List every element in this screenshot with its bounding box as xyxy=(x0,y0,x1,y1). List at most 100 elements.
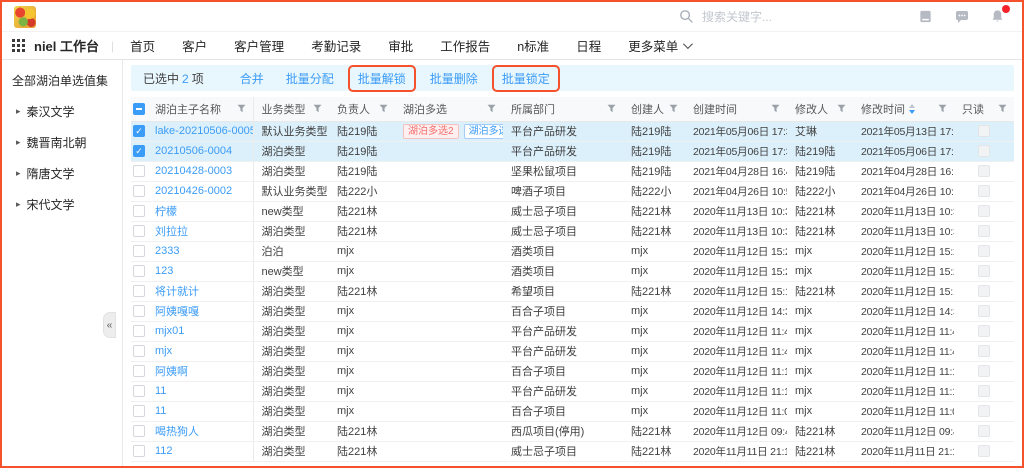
table-row: mjx01湖泊类型mjx平台产品研发mjx2020年11月12日 11:46mj… xyxy=(131,321,1014,341)
cell-modifier: mjx xyxy=(787,381,853,401)
cell-created-time: 2020年11月12日 11:04 xyxy=(685,401,787,421)
lake-name-link[interactable]: 柠檬 xyxy=(155,206,177,218)
search-input[interactable] xyxy=(702,10,822,24)
lake-name-link[interactable]: 将计就计 xyxy=(155,286,199,298)
lake-name-link[interactable]: 123 xyxy=(155,265,173,277)
apps-grid-icon[interactable] xyxy=(12,39,25,52)
cell-modifier: 陆221林 xyxy=(787,441,853,461)
sidebar-collapse-handle[interactable]: « xyxy=(103,312,116,338)
nav-item-n标准[interactable]: n标准 xyxy=(517,36,549,55)
row-checkbox[interactable] xyxy=(133,205,145,217)
cell-business-type: 湖泊类型 xyxy=(253,441,329,461)
cell-modifier: 陆222小 xyxy=(787,181,853,201)
toolbar-action-批量锁定-annotated[interactable]: 批量锁定 xyxy=(492,65,560,92)
lake-name-link[interactable]: 2333 xyxy=(155,245,179,257)
workspace-title[interactable]: niel 工作台 xyxy=(34,36,99,55)
row-checkbox[interactable] xyxy=(133,325,145,337)
bell-icon[interactable] xyxy=(989,8,1006,25)
lake-name-link[interactable]: 刘拉拉 xyxy=(155,226,188,238)
row-checkbox[interactable] xyxy=(133,345,145,357)
row-checkbox[interactable] xyxy=(133,245,145,257)
cell-modifier: mjx xyxy=(787,361,853,381)
cell-business-type: 湖泊类型 xyxy=(253,361,329,381)
lake-name-link[interactable]: 20210428-0003 xyxy=(155,165,232,177)
readonly-checkbox xyxy=(978,325,990,337)
lake-name-link[interactable]: mjx01 xyxy=(155,325,184,337)
cell-modified-time: 2020年11月12日 11:16 xyxy=(853,361,954,381)
cell-department: 希望项目 xyxy=(503,281,623,301)
sidebar-item-宋代文学[interactable]: ▸宋代文学 xyxy=(16,196,116,213)
nav-item-客户管理[interactable]: 客户管理 xyxy=(234,36,284,55)
sort-icon[interactable] xyxy=(909,104,915,114)
cell-multi-select xyxy=(395,201,503,221)
lake-name-link[interactable]: 112 xyxy=(155,445,173,457)
tag-湖泊多选2[interactable]: 湖泊多选2 xyxy=(403,124,459,139)
journal-icon[interactable] xyxy=(917,8,934,25)
lake-name-link[interactable]: 喝热狗人 xyxy=(155,426,199,438)
row-checkbox[interactable] xyxy=(133,305,145,317)
toolbar-action-批量删除[interactable]: 批量删除 xyxy=(430,70,478,87)
filter-icon[interactable] xyxy=(237,104,246,113)
toolbar-action-批量分配[interactable]: 批量分配 xyxy=(286,70,334,87)
column-label: 业务类型 xyxy=(262,101,306,117)
sort-desc-icon xyxy=(909,110,915,114)
sidebar-item-魏晋南北朝[interactable]: ▸魏晋南北朝 xyxy=(16,134,116,151)
cell-modified-time: 2020年11月13日 10:30 xyxy=(853,221,954,241)
lake-name-link[interactable]: 20210506-0004 xyxy=(155,145,232,157)
lake-name-link[interactable]: 阿姨啊 xyxy=(155,366,188,378)
nav-item-日程[interactable]: 日程 xyxy=(576,36,601,55)
filter-icon[interactable] xyxy=(938,104,947,113)
cell-business-type: 湖泊类型 xyxy=(253,221,329,241)
cell-created-time: 2020年11月12日 11:16 xyxy=(685,361,787,381)
filter-icon[interactable] xyxy=(379,104,388,113)
filter-icon[interactable] xyxy=(771,104,780,113)
filter-icon[interactable] xyxy=(669,104,678,113)
lake-name-link[interactable]: 阿姨嘎嘎 xyxy=(155,306,199,318)
chat-icon[interactable] xyxy=(953,8,970,25)
filter-icon[interactable] xyxy=(487,104,496,113)
toolbar-action-批量解锁-annotated[interactable]: 批量解锁 xyxy=(348,65,416,92)
toolbar-action-合并[interactable]: 合并 xyxy=(240,70,264,87)
row-checkbox[interactable] xyxy=(133,445,145,457)
sidebar-item-隋唐文学[interactable]: ▸隋唐文学 xyxy=(16,165,116,182)
nav-item-考勤记录[interactable]: 考勤记录 xyxy=(311,36,361,55)
row-checkbox[interactable]: ✓ xyxy=(133,145,145,157)
app-logo[interactable] xyxy=(14,6,36,28)
filter-icon[interactable] xyxy=(837,104,846,113)
readonly-checkbox xyxy=(978,145,990,157)
cell-created-time: 2021年04月26日 10:51 xyxy=(685,181,787,201)
filter-icon[interactable] xyxy=(998,104,1007,113)
lake-name-link[interactable]: 11 xyxy=(155,405,166,417)
row-checkbox[interactable] xyxy=(133,185,145,197)
filter-icon[interactable] xyxy=(607,104,616,113)
table-body: ✓lake-20210506-0005默认业务类型陆219陆湖泊多选2湖泊多选1… xyxy=(131,121,1014,461)
nav-item-客户[interactable]: 客户 xyxy=(182,36,207,55)
global-search[interactable] xyxy=(679,9,822,24)
row-checkbox[interactable] xyxy=(133,405,145,417)
row-checkbox[interactable] xyxy=(133,265,145,277)
cell-business-type: 湖泊类型 xyxy=(253,421,329,441)
row-checkbox[interactable] xyxy=(133,285,145,297)
lake-name-link[interactable]: 11 xyxy=(155,385,166,397)
tag-湖泊多选1[interactable]: 湖泊多选1 xyxy=(464,124,503,139)
more-menu[interactable]: 更多菜单 xyxy=(628,36,690,55)
lake-name-link[interactable]: mjx xyxy=(155,345,172,357)
cell-department: 百合子项目 xyxy=(503,301,623,321)
lake-name-link[interactable]: lake-20210506-0005 xyxy=(155,125,253,137)
row-checkbox[interactable] xyxy=(133,165,145,177)
cell-creator: mjx xyxy=(623,321,685,341)
row-checkbox[interactable] xyxy=(133,385,145,397)
column-label: 创建时间 xyxy=(693,101,737,117)
row-checkbox[interactable]: ✓ xyxy=(133,125,145,137)
sidebar-item-秦汉文学[interactable]: ▸秦汉文学 xyxy=(16,103,116,120)
nav-item-审批[interactable]: 审批 xyxy=(388,36,413,55)
nav-item-工作报告[interactable]: 工作报告 xyxy=(440,36,490,55)
row-checkbox[interactable] xyxy=(133,365,145,377)
select-all-checkbox[interactable] xyxy=(133,103,145,115)
nav-item-首页[interactable]: 首页 xyxy=(130,36,155,55)
column-header-所属部门: 所属部门 xyxy=(503,97,623,121)
row-checkbox[interactable] xyxy=(133,425,145,437)
lake-name-link[interactable]: 20210426-0002 xyxy=(155,185,232,197)
row-checkbox[interactable] xyxy=(133,225,145,237)
filter-icon[interactable] xyxy=(313,104,322,113)
